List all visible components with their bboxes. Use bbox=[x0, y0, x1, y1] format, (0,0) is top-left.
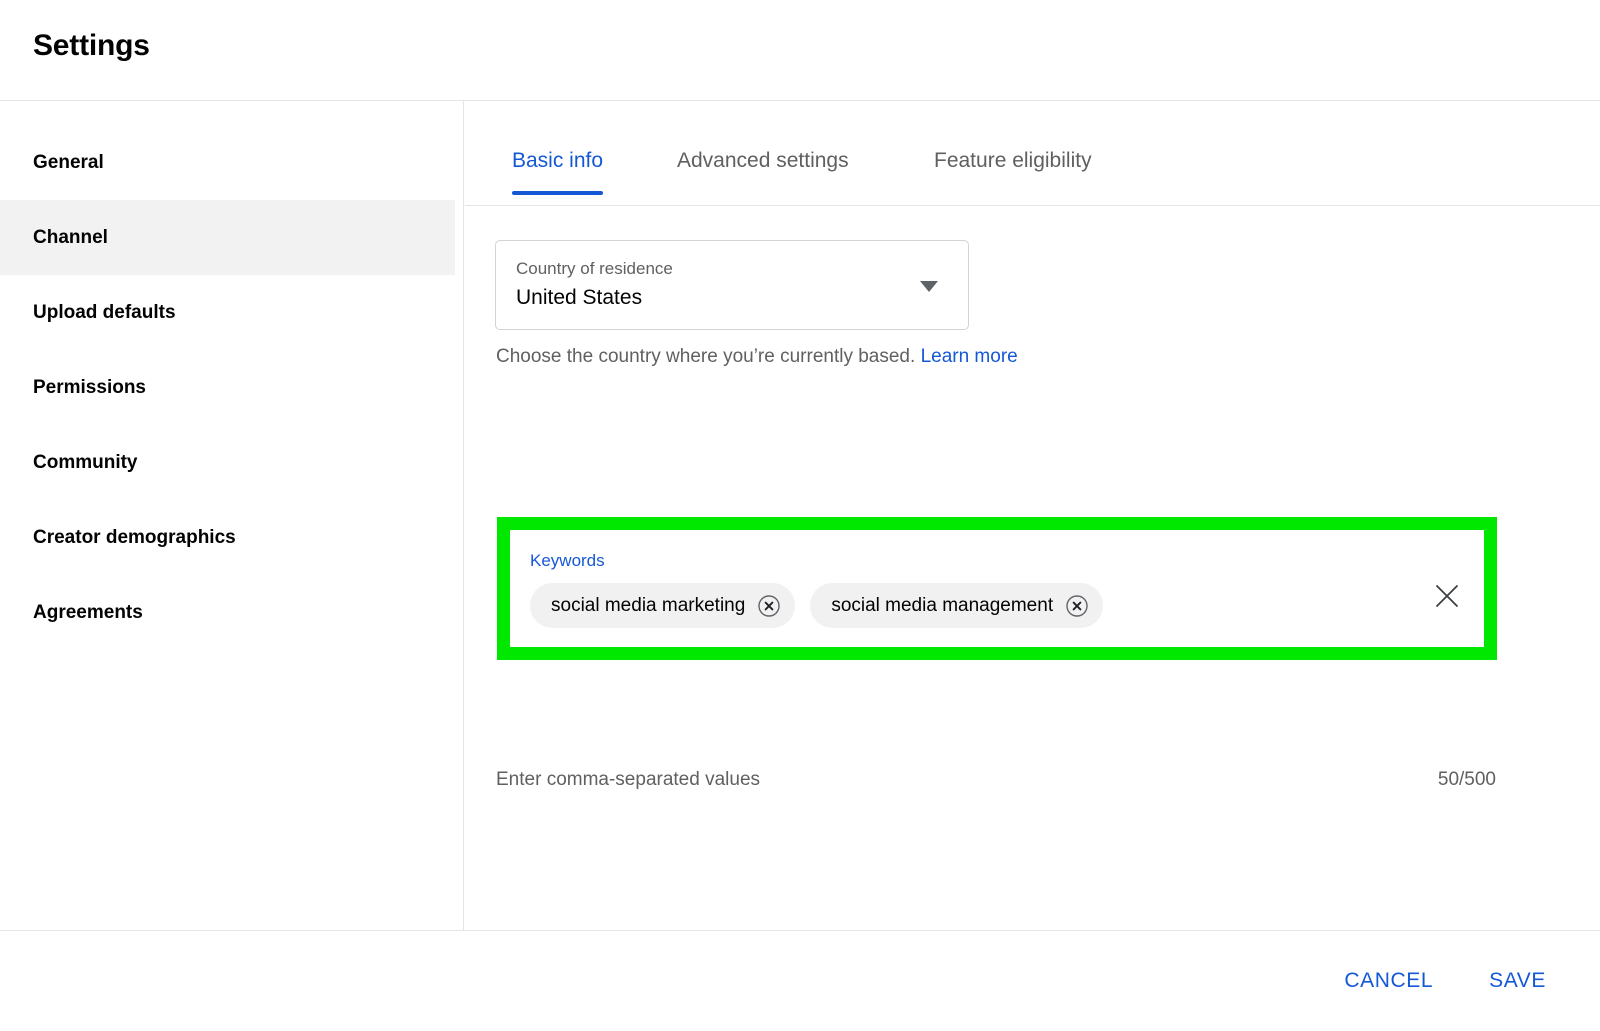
save-button[interactable]: SAVE bbox=[1475, 959, 1560, 1003]
sidebar-item-general[interactable]: General bbox=[0, 125, 455, 200]
country-field-label: Country of residence bbox=[516, 259, 673, 279]
tab-basic-info[interactable]: Basic info bbox=[512, 149, 603, 195]
sidebar-item-label: Channel bbox=[33, 227, 108, 249]
keywords-helper-text: Enter comma-separated values bbox=[496, 769, 760, 791]
page-footer: CANCEL SAVE bbox=[0, 930, 1600, 1031]
sidebar-item-label: General bbox=[33, 152, 104, 174]
keywords-field-label: Keywords bbox=[530, 551, 605, 571]
page-header: Settings bbox=[0, 0, 1600, 101]
footer-actions: CANCEL SAVE bbox=[1330, 959, 1560, 1003]
country-field-value: United States bbox=[516, 286, 642, 310]
sidebar-item-label: Upload defaults bbox=[33, 302, 176, 324]
keywords-footer: Enter comma-separated values 50/500 bbox=[496, 769, 1496, 791]
settings-sidebar: General Channel Upload defaults Permissi… bbox=[0, 101, 464, 930]
sidebar-item-channel[interactable]: Channel bbox=[0, 200, 455, 275]
page-title: Settings bbox=[33, 29, 150, 63]
content-tabs: Basic info Advanced settings Feature eli… bbox=[465, 101, 1600, 206]
keywords-highlight-box: Keywords social media marketing bbox=[497, 517, 1497, 660]
sidebar-item-permissions[interactable]: Permissions bbox=[0, 350, 455, 425]
sidebar-item-upload-defaults[interactable]: Upload defaults bbox=[0, 275, 455, 350]
country-of-residence-select[interactable]: Country of residence United States bbox=[495, 240, 969, 330]
basic-info-panel: Country of residence United States Choos… bbox=[465, 206, 1600, 240]
keyword-chip-list: social media marketing social media mana bbox=[530, 583, 1103, 628]
sidebar-item-label: Creator demographics bbox=[33, 527, 236, 549]
sidebar-item-label: Agreements bbox=[33, 602, 143, 624]
keyword-chip-label: social media management bbox=[831, 595, 1053, 617]
settings-page: Settings General Channel Upload defaults… bbox=[0, 0, 1600, 1031]
sidebar-item-label: Permissions bbox=[33, 377, 146, 399]
chip-remove-icon[interactable] bbox=[757, 594, 781, 618]
sidebar-item-label: Community bbox=[33, 452, 138, 474]
chevron-down-icon[interactable] bbox=[920, 281, 938, 292]
cancel-button[interactable]: CANCEL bbox=[1330, 959, 1447, 1003]
tab-advanced-settings[interactable]: Advanced settings bbox=[677, 149, 849, 195]
keyword-chip[interactable]: social media management bbox=[810, 583, 1103, 628]
keywords-character-counter: 50/500 bbox=[1438, 769, 1496, 791]
learn-more-link[interactable]: Learn more bbox=[921, 346, 1018, 367]
settings-content: Basic info Advanced settings Feature eli… bbox=[465, 101, 1600, 930]
clear-keywords-icon[interactable] bbox=[1432, 581, 1462, 611]
tab-feature-eligibility[interactable]: Feature eligibility bbox=[934, 149, 1092, 195]
keywords-field[interactable]: Keywords social media marketing bbox=[510, 530, 1484, 647]
chip-remove-icon[interactable] bbox=[1065, 594, 1089, 618]
sidebar-item-creator-demographics[interactable]: Creator demographics bbox=[0, 500, 455, 575]
sidebar-item-agreements[interactable]: Agreements bbox=[0, 575, 455, 650]
page-body: General Channel Upload defaults Permissi… bbox=[0, 101, 1600, 930]
sidebar-item-community[interactable]: Community bbox=[0, 425, 455, 500]
keyword-chip[interactable]: social media marketing bbox=[530, 583, 795, 628]
country-helper-label: Choose the country where you’re currentl… bbox=[496, 346, 915, 367]
keyword-chip-label: social media marketing bbox=[551, 595, 745, 617]
country-helper-text: Choose the country where you’re currentl… bbox=[496, 346, 1018, 368]
